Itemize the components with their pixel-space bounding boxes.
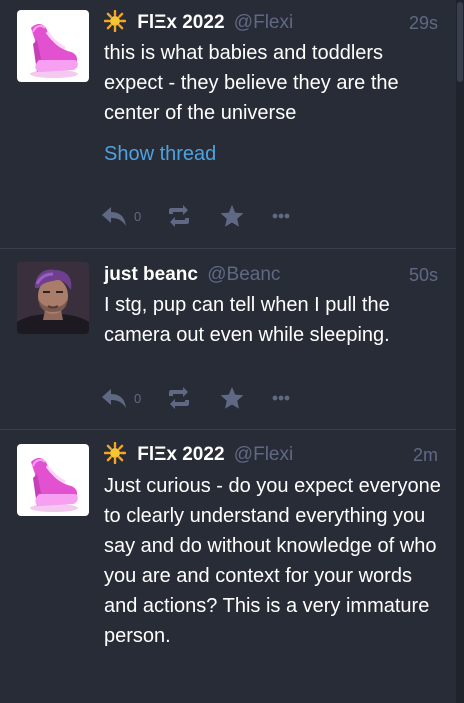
favourite-button[interactable] [219,386,245,410]
status-3[interactable]: FlΞx 2022 @Flexi 2m Just curious - do yo… [0,430,456,703]
reply-button[interactable]: 0 [100,386,146,410]
reply-count: 0 [134,390,142,406]
sun-emoji-icon [104,10,126,32]
sun-emoji-icon [104,442,126,464]
reply-button[interactable]: 0 [100,204,146,228]
username[interactable]: @Beanc [207,264,280,285]
more-button[interactable] [269,204,293,228]
avatar[interactable] [17,10,89,82]
timestamp[interactable]: 2m [413,442,438,468]
status-content: Just curious - do you expect everyone to… [104,475,441,647]
scrollbar[interactable] [456,0,464,703]
status-2[interactable]: just beanc @Beanc 50s I stg, pup can tel… [0,249,456,430]
avatar[interactable] [17,262,89,334]
show-thread-link[interactable]: Show thread [104,141,216,167]
pink-high-heel-shoe-image [17,10,89,82]
action-bar: 0 [100,383,293,413]
reply-icon [102,207,126,226]
purple-haired-man-image [17,262,89,334]
status-1[interactable]: FlΞx 2022 @Flexi 29s this is what babies… [0,0,456,249]
timestamp[interactable]: 50s [409,262,438,288]
status-content: this is what babies and toddlers expect … [104,42,399,124]
more-button[interactable] [269,386,293,410]
favourite-icon [220,387,244,409]
more-icon [272,395,290,401]
display-name[interactable]: FlΞx 2022 [137,12,224,33]
boost-button[interactable] [165,386,193,410]
timestamp[interactable]: 29s [409,10,438,36]
username[interactable]: @Flexi [234,12,293,33]
status-content: I stg, pup can tell when I pull the came… [104,294,390,346]
favourite-button[interactable] [219,204,245,228]
display-name[interactable]: FlΞx 2022 [137,444,224,465]
pink-high-heel-shoe-image [17,444,89,516]
boost-button[interactable] [165,204,193,228]
scrollbar-thumb[interactable] [457,2,463,82]
favourite-icon [220,205,244,227]
action-bar: 0 [100,201,293,231]
username[interactable]: @Flexi [234,444,293,465]
status-header: just beanc @Beanc 50s [104,262,438,288]
status-header: FlΞx 2022 @Flexi 2m [104,442,438,468]
boost-icon [169,205,189,227]
boost-icon [169,387,189,409]
display-name[interactable]: just beanc [104,264,198,285]
timeline: FlΞx 2022 @Flexi 29s this is what babies… [0,0,464,703]
avatar[interactable] [17,444,89,516]
reply-icon [102,389,126,408]
status-header: FlΞx 2022 @Flexi 29s [104,10,438,36]
reply-count: 0 [134,208,142,224]
more-icon [272,213,290,219]
